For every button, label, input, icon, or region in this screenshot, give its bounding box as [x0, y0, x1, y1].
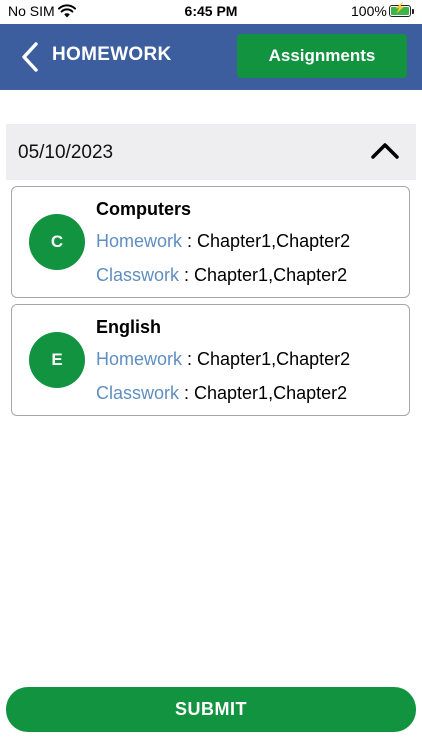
assignments-button[interactable]: Assignments — [237, 34, 407, 78]
submit-button[interactable]: SUBMIT — [6, 687, 416, 732]
classwork-label: Classwork — [96, 383, 180, 403]
classwork-value: : Chapter1,Chapter2 — [179, 383, 348, 403]
subject-name: English — [96, 317, 162, 337]
homework-line: Homework : Chapter1,Chapter2 — [96, 231, 350, 252]
chevron-up-icon[interactable] — [370, 140, 400, 162]
app-header: HOMEWORK Assignments — [0, 24, 422, 90]
homework-label: Homework — [96, 231, 183, 251]
status-bar: No SIM 6:45 PM 100% ⚡ — [0, 0, 422, 24]
battery-charging-icon: ⚡ — [389, 3, 411, 17]
classwork-value: : Chapter1,Chapter2 — [179, 265, 348, 285]
page-title: HOMEWORK — [52, 44, 172, 65]
classwork-label: Classwork — [96, 265, 180, 285]
homework-value: : Chapter1,Chapter2 — [182, 349, 351, 369]
classwork-line: Classwork : Chapter1,Chapter2 — [96, 265, 347, 286]
subject-avatar: E — [29, 332, 85, 388]
chevron-left-icon[interactable] — [18, 40, 44, 74]
homework-value: : Chapter1,Chapter2 — [182, 231, 351, 251]
subject-card-computers: C Computers Homework : Chapter1,Chapter2… — [11, 186, 410, 298]
battery-percent: 100% — [351, 3, 387, 19]
classwork-line: Classwork : Chapter1,Chapter2 — [96, 383, 347, 404]
homework-label: Homework — [96, 349, 183, 369]
battery-cap — [412, 9, 414, 14]
subject-avatar: C — [29, 214, 85, 270]
homework-line: Homework : Chapter1,Chapter2 — [96, 349, 350, 370]
subject-card-english: E English Homework : Chapter1,Chapter2 C… — [11, 304, 410, 416]
date-section-header[interactable]: 05/10/2023 — [6, 124, 416, 180]
subject-name: Computers — [96, 199, 192, 219]
date-text: 05/10/2023 — [18, 142, 114, 163]
